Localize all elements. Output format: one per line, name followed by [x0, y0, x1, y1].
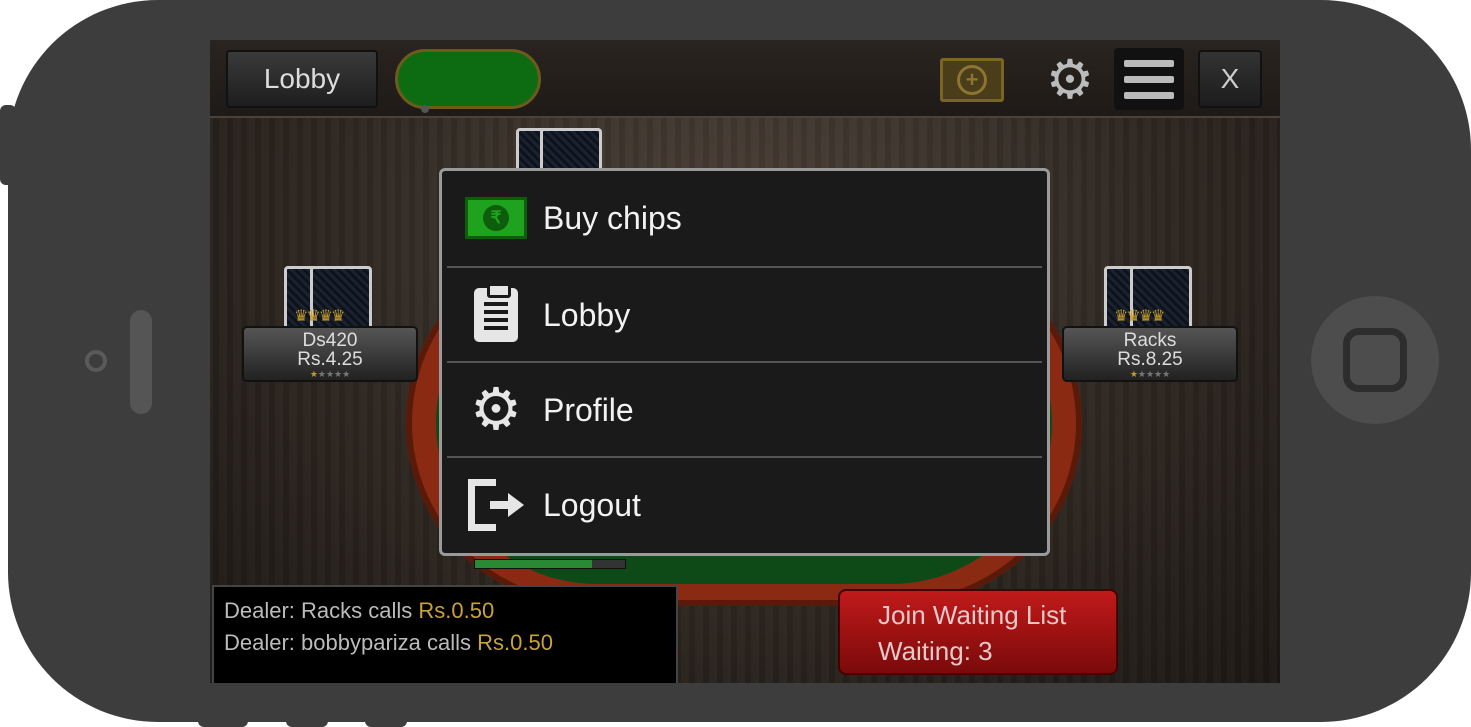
player-name: Ds420 — [302, 330, 358, 351]
waiting-count: Waiting: 3 — [878, 636, 993, 666]
lobby-button[interactable]: Lobby — [226, 50, 378, 108]
gear-icon: ⚙ — [470, 377, 522, 442]
chat-amount: Rs.0.50 — [418, 598, 495, 623]
front-camera — [85, 350, 107, 372]
player-name: Racks — [1123, 330, 1177, 351]
player-rating: ★★★★★ — [309, 369, 351, 379]
clipboard-icon — [474, 283, 518, 342]
menu-line — [1124, 59, 1174, 67]
home-square-icon — [1343, 328, 1407, 392]
menu-item-profile[interactable]: ⚙ Profile — [447, 363, 1042, 457]
menu-item-label: Logout — [543, 486, 641, 523]
settings-gear-icon[interactable]: ⚙ — [1042, 52, 1098, 108]
cash-icon: ₹ — [465, 197, 527, 239]
close-button[interactable]: X — [1198, 50, 1262, 108]
add-cash-button[interactable]: + — [940, 58, 1004, 102]
join-waiting-list-button[interactable]: Join Waiting List Waiting: 3 — [838, 589, 1118, 675]
player-seat[interactable]: Ds420 Rs.4.25 ★★★★★ — [242, 326, 418, 382]
join-waiting-list-label: Join Waiting List — [878, 600, 1067, 630]
menu-item-buy-chips[interactable]: ₹ Buy chips — [447, 171, 1042, 265]
add-cash-icon: + — [957, 65, 987, 95]
menu-item-logout[interactable]: Logout — [447, 458, 1042, 552]
logout-icon — [468, 479, 524, 531]
chat-line: Dealer: bobbypariza calls Rs.0.50 — [224, 630, 553, 655]
player-rating: ★★★★★ — [1129, 369, 1171, 379]
player-balance: Rs.8.25 — [1117, 349, 1183, 370]
player-balance: Rs.4.25 — [297, 349, 363, 370]
menu-line — [1124, 75, 1174, 83]
crown-icon: ♛♛♛♛ — [1114, 308, 1165, 325]
player-seat[interactable]: Racks Rs.8.25 ★★★★★ — [1062, 326, 1238, 382]
crown-icon: ♛♛♛♛ — [294, 308, 345, 325]
menu-item-label: Profile — [543, 391, 634, 428]
action-pill[interactable] — [395, 49, 541, 109]
main-menu-popup: ₹ Buy chips Lobby ⚙ Profile Logout — [439, 168, 1050, 556]
turn-timer-bar — [474, 559, 626, 569]
top-bar: Lobby + ⚙ X — [210, 40, 1280, 118]
chat-amount: Rs.0.50 — [477, 630, 553, 655]
phone-speaker — [130, 310, 152, 414]
dealer-chat-log[interactable]: Dealer: Racks calls Rs.0.50 Dealer: bobb… — [212, 585, 678, 683]
game-screen: Lobby + ⚙ X ♛♛♛♛ Ds420 Rs.4.25 ★★★★★ ♛♛♛… — [210, 40, 1280, 683]
turn-timer-fill — [475, 560, 592, 568]
menu-item-lobby[interactable]: Lobby — [447, 268, 1042, 362]
indicator-dot — [421, 105, 429, 113]
menu-item-label: Lobby — [543, 296, 631, 333]
menu-item-label: Buy chips — [543, 199, 682, 236]
chat-line: Dealer: Racks calls Rs.0.50 — [224, 598, 495, 623]
home-button[interactable] — [1311, 296, 1439, 424]
menu-line — [1124, 91, 1174, 99]
hamburger-menu-button[interactable] — [1114, 48, 1184, 110]
